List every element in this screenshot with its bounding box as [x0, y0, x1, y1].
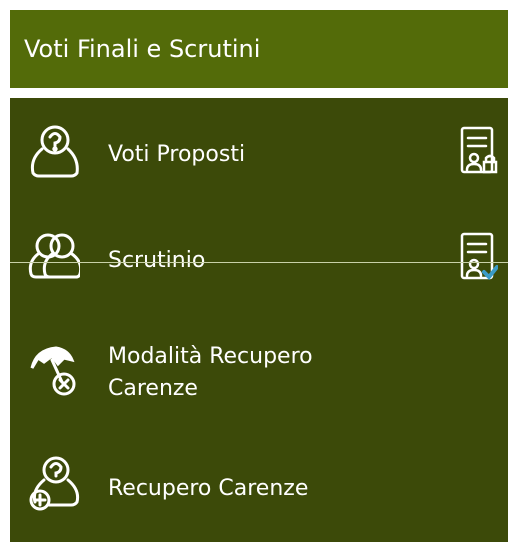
document-user-lock-icon[interactable]	[458, 122, 498, 186]
menu-item-recupero-carenze[interactable]: Recupero Carenze	[10, 438, 440, 538]
menu-label-modalita-line1: Modalità Recupero	[108, 344, 313, 369]
section-header: Voti Finali e Scrutini	[10, 10, 508, 88]
menu-label-scrutinio: Scrutinio	[108, 248, 206, 273]
user-question-icon	[28, 122, 80, 182]
umbrella-cancel-icon	[28, 340, 80, 400]
menu-label-voti-proposti: Voti Proposti	[108, 142, 246, 167]
menu-item-modalita-recupero-carenze[interactable]: Modalità Recupero Carenze	[10, 324, 440, 424]
menu-label-modalita-line2: Carenze	[108, 376, 198, 401]
section-title: Voti Finali e Scrutini	[24, 35, 261, 63]
menu-item-voti-proposti[interactable]: Voti Proposti	[10, 108, 440, 204]
document-user-check-icon[interactable]	[458, 228, 498, 292]
menu-panel: Voti Proposti Scrutinio Modalità Recuper…	[10, 98, 508, 542]
user-add-icon	[28, 454, 80, 514]
divider-line	[10, 262, 508, 263]
users-group-icon	[28, 228, 80, 288]
menu-label-recupero-carenze: Recupero Carenze	[108, 476, 309, 501]
